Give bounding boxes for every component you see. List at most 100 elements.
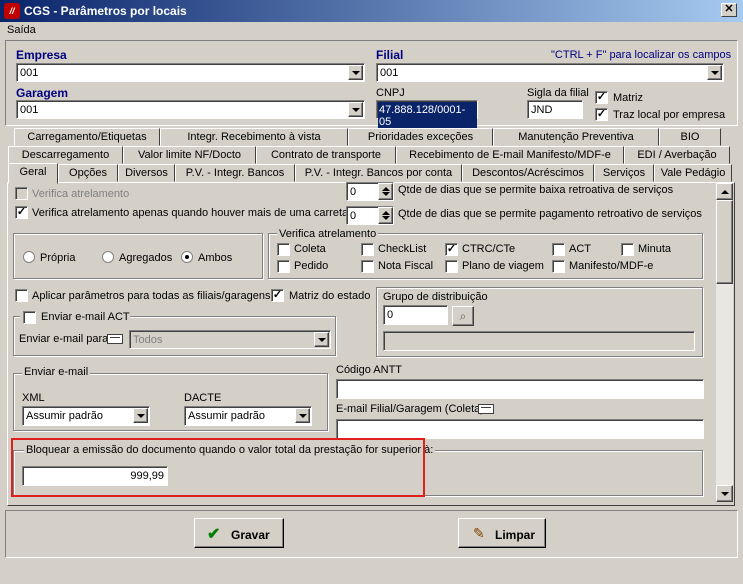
xml-select[interactable]: Assumir padrão: [22, 406, 150, 426]
va-checklist-label: CheckList: [378, 243, 427, 255]
tab-valor-limite[interactable]: Valor limite NF/Docto: [123, 146, 256, 164]
va-checklist-checkbox[interactable]: [361, 243, 374, 256]
va-act-checkbox[interactable]: [552, 243, 565, 256]
highlight-box: [11, 438, 425, 497]
tab-descarregamento[interactable]: Descarregamento: [8, 146, 123, 164]
tab-manutencao[interactable]: Manutenção Preventiva: [493, 128, 659, 146]
enviar-para-select[interactable]: Todos: [129, 330, 331, 349]
tab-carregamento[interactable]: Carregamento/Etiquetas: [14, 128, 160, 146]
cnpj-field[interactable]: 47.888.128/0001-05: [376, 100, 478, 130]
grupo-dist-label: Grupo de distribuição: [383, 291, 488, 303]
chevron-down-icon[interactable]: [314, 332, 329, 347]
sigla-field[interactable]: JND: [527, 100, 583, 119]
va-plano-checkbox[interactable]: [445, 260, 458, 273]
xml-label: XML: [22, 392, 45, 404]
scroll-down-button[interactable]: [716, 485, 733, 502]
va-act-label: ACT: [569, 243, 591, 255]
tab-descontos[interactable]: Descontos/Acréscimos: [462, 164, 594, 182]
tab-pv-bancos[interactable]: P.V. - Integr. Bancos: [175, 164, 295, 182]
limpar-label: Limpar: [495, 528, 536, 542]
matriz-estado-checkbox[interactable]: ✓: [271, 289, 284, 302]
aplicar-checkbox[interactable]: [15, 289, 28, 302]
filial-select[interactable]: 001: [376, 63, 724, 82]
verifica-carreta-label: Verifica atrelamento apenas quando houve…: [32, 207, 349, 219]
empresa-select[interactable]: 001: [16, 63, 365, 82]
verifica-atrelamento-label: Verifica atrelamento: [32, 188, 130, 200]
radio-ambos-label: Ambos: [198, 252, 233, 264]
title-bar: // CGS - Parâmetros por locais ✕: [0, 0, 743, 22]
tab-prioridades[interactable]: Prioridades exceções: [348, 128, 493, 146]
traz-local-checkbox[interactable]: ✓: [595, 108, 608, 121]
scroll-thumb[interactable]: [716, 200, 733, 284]
cnpj-label: CNPJ: [376, 87, 405, 99]
checkmark-icon: ✔: [207, 526, 221, 543]
chevron-down-icon[interactable]: [133, 408, 148, 423]
tab-contrato[interactable]: Contrato de transporte: [256, 146, 396, 164]
va-coleta-checkbox[interactable]: [277, 243, 290, 256]
tab-vale-pedagio[interactable]: Vale Pedágio: [654, 164, 732, 182]
menu-bar: Saída: [0, 22, 743, 40]
verifica-atrelamento-checkbox[interactable]: [15, 187, 28, 200]
app-logo-icon: //: [4, 3, 20, 19]
binoculars-icon[interactable]: ⌕: [452, 306, 474, 326]
radio-propria-label: Própria: [40, 252, 76, 264]
cnpj-value: 47.888.128/0001-05: [378, 102, 477, 130]
envelope-icon: [478, 404, 494, 414]
button-panel: [5, 510, 738, 558]
dias-baixa-spinner[interactable]: 0: [346, 182, 394, 201]
email-filial-label: E-mail Filial/Garagem (Coleta): [336, 403, 484, 415]
spinner-arrows-icon[interactable]: [378, 207, 393, 224]
filial-value: 001: [380, 67, 399, 79]
garagem-value: 001: [20, 104, 39, 116]
limpar-button[interactable]: ✎ Limpar: [458, 518, 546, 548]
tab-geral[interactable]: Geral: [8, 163, 58, 184]
empresa-value: 001: [20, 67, 39, 79]
tab-edi[interactable]: EDI / Averbação: [624, 146, 730, 164]
gravar-button[interactable]: ✔ Gravar: [194, 518, 284, 548]
tab-recebimento-email[interactable]: Recebimento de E-mail Manifesto/MDF-e: [396, 146, 624, 164]
chevron-down-icon[interactable]: [348, 65, 363, 80]
codigo-antt-input[interactable]: [336, 379, 704, 399]
tab-diversos[interactable]: Diversos: [118, 164, 175, 182]
xml-value: Assumir padrão: [26, 410, 104, 422]
matriz-checkbox[interactable]: ✓: [595, 91, 608, 104]
vertical-scrollbar[interactable]: [716, 183, 733, 502]
spinner-arrows-icon[interactable]: [378, 183, 393, 200]
radio-agregados-label: Agregados: [119, 252, 173, 264]
close-button[interactable]: ✕: [721, 3, 737, 17]
chevron-down-icon[interactable]: [707, 65, 722, 80]
tab-servicos[interactable]: Serviços: [594, 164, 654, 182]
scroll-up-button[interactable]: [716, 183, 733, 200]
radio-propria[interactable]: [23, 251, 35, 263]
dias-baixa-value: 0: [350, 186, 357, 198]
va-minuta-checkbox[interactable]: [621, 243, 634, 256]
garagem-select[interactable]: 001: [16, 100, 365, 119]
matriz-estado-label: Matriz do estado: [289, 290, 371, 302]
va-manifesto-checkbox[interactable]: [552, 260, 565, 273]
tab-bio[interactable]: BIO: [659, 128, 721, 146]
va-ctrc-checkbox[interactable]: ✓: [445, 243, 458, 256]
tab-pv-bancos-conta[interactable]: P.V. - Integr. Bancos por conta: [295, 164, 462, 182]
garagem-label: Garagem: [16, 86, 69, 100]
enviar-act-checkbox[interactable]: [23, 311, 36, 324]
chevron-down-icon[interactable]: [295, 408, 310, 423]
enviar-act-label: Enviar e-mail ACT: [41, 311, 130, 323]
dias-pagto-spinner[interactable]: 0: [346, 206, 394, 225]
verifica-carreta-checkbox[interactable]: ✓: [15, 206, 28, 219]
radio-ambos[interactable]: [181, 251, 193, 263]
va-pedido-checkbox[interactable]: [277, 260, 290, 273]
va-coleta-label: Coleta: [294, 243, 326, 255]
tab-opcoes[interactable]: Opções: [58, 164, 118, 182]
dacte-select[interactable]: Assumir padrão: [184, 406, 312, 426]
radio-agregados[interactable]: [102, 251, 114, 263]
enviar-para-label: Enviar e-mail para: [19, 333, 109, 345]
chevron-down-icon[interactable]: [348, 102, 363, 117]
menu-saida[interactable]: Saída: [7, 24, 36, 36]
tab-integr-recebimento[interactable]: Integr. Recebimento à vista: [160, 128, 348, 146]
dacte-value: Assumir padrão: [188, 410, 266, 422]
va-nota-checkbox[interactable]: [361, 260, 374, 273]
grupo-dist-input[interactable]: 0: [383, 305, 448, 325]
dacte-label: DACTE: [184, 392, 222, 404]
email-filial-input[interactable]: [336, 419, 704, 439]
sigla-value: JND: [531, 104, 553, 116]
